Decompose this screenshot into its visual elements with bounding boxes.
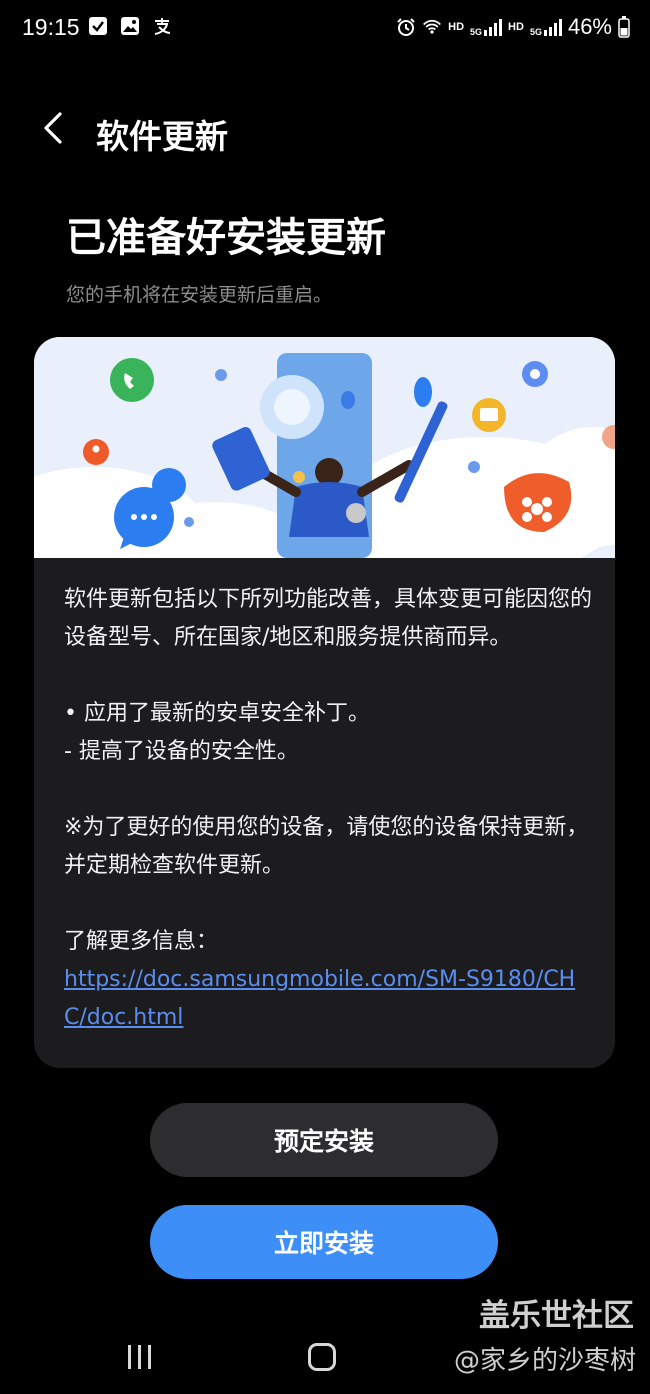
hd-label: HD	[448, 21, 465, 33]
alipay-icon	[154, 18, 171, 35]
signal-icon	[484, 19, 503, 36]
update-subline: 您的手机将在安装更新后重启。	[66, 284, 333, 306]
battery-percent: 46%	[567, 14, 612, 39]
home-icon[interactable]	[308, 1343, 336, 1371]
status-bar: 19:15 HD 5G HD 5G 46%	[0, 0, 650, 58]
schedule-install-button[interactable]: 预定安装	[150, 1103, 498, 1177]
wifi-icon	[423, 19, 442, 34]
install-now-button[interactable]: 立即安装	[150, 1205, 498, 1279]
chevron-left-icon[interactable]	[36, 108, 72, 148]
more-info-label: 了解更多信息：	[64, 929, 219, 954]
update-bullets: • 应用了最新的安卓安全补丁。 - 提高了设备的安全性。	[64, 701, 370, 764]
update-notes: 软件更新包括以下所列功能改善，具体变更可能因您的设备型号、所在国家/地区和服务提…	[64, 581, 594, 1037]
alarm-icon	[397, 18, 415, 36]
watermark-user: @家乡的沙枣树	[453, 1346, 636, 1376]
status-time: 19:15	[22, 14, 80, 40]
more-info-link[interactable]: https://doc.samsungmobile.com/SM-S9180/C…	[64, 967, 575, 1030]
update-note: ※为了更好的使用您的设备，请使您的设备保持更新，并定期检查软件更新。	[64, 815, 589, 878]
recents-icon[interactable]	[126, 1344, 154, 1370]
battery-icon	[618, 16, 630, 38]
update-details-card[interactable]: 软件更新包括以下所列功能改善，具体变更可能因您的设备型号、所在国家/地区和服务提…	[34, 337, 615, 1068]
hd-label: HD	[508, 21, 524, 33]
network-label: 5G	[529, 27, 542, 37]
watermark-site: 盖乐世社区	[479, 1298, 634, 1334]
update-intro: 软件更新包括以下所列功能改善，具体变更可能因您的设备型号、所在国家/地区和服务提…	[64, 587, 593, 650]
checkbox-icon	[89, 17, 107, 35]
app-header: 软件更新	[0, 100, 650, 160]
update-illustration	[34, 337, 615, 558]
page-title: 软件更新	[96, 117, 228, 156]
gallery-icon	[121, 17, 139, 35]
update-headline: 已准备好安装更新	[66, 215, 386, 261]
network-label: 5G	[470, 27, 483, 37]
signal-icon	[543, 19, 562, 36]
